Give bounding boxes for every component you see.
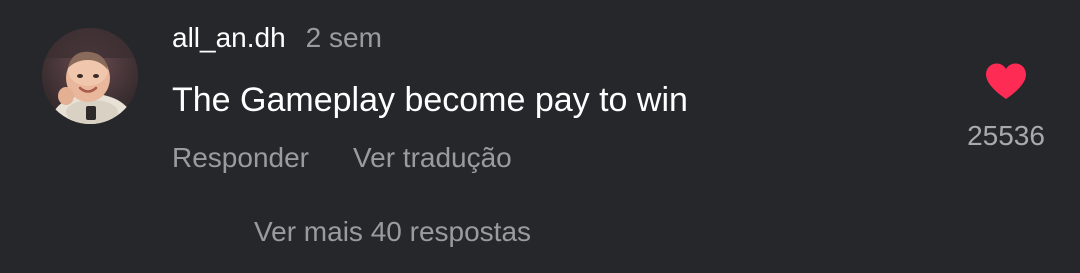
reply-button[interactable]: Responder	[172, 142, 309, 174]
avatar[interactable]	[42, 28, 138, 124]
user-avatar-photo	[42, 28, 138, 124]
comment-text: The Gameplay become pay to win	[172, 81, 688, 119]
comment-actions: Responder Ver tradução	[172, 138, 512, 178]
like-button[interactable]	[984, 62, 1028, 100]
comment-header: all_an.dh 2 sem	[172, 22, 382, 62]
comment-item: all_an.dh 2 sem The Gameplay become pay …	[0, 0, 1080, 273]
view-more-replies-button[interactable]: Ver mais 40 respostas	[254, 212, 531, 252]
translate-button[interactable]: Ver tradução	[353, 142, 512, 174]
timestamp: 2 sem	[305, 22, 382, 53]
heart-icon	[986, 63, 1026, 99]
like-count: 25536	[967, 120, 1045, 151]
username[interactable]: all_an.dh	[172, 22, 286, 54]
